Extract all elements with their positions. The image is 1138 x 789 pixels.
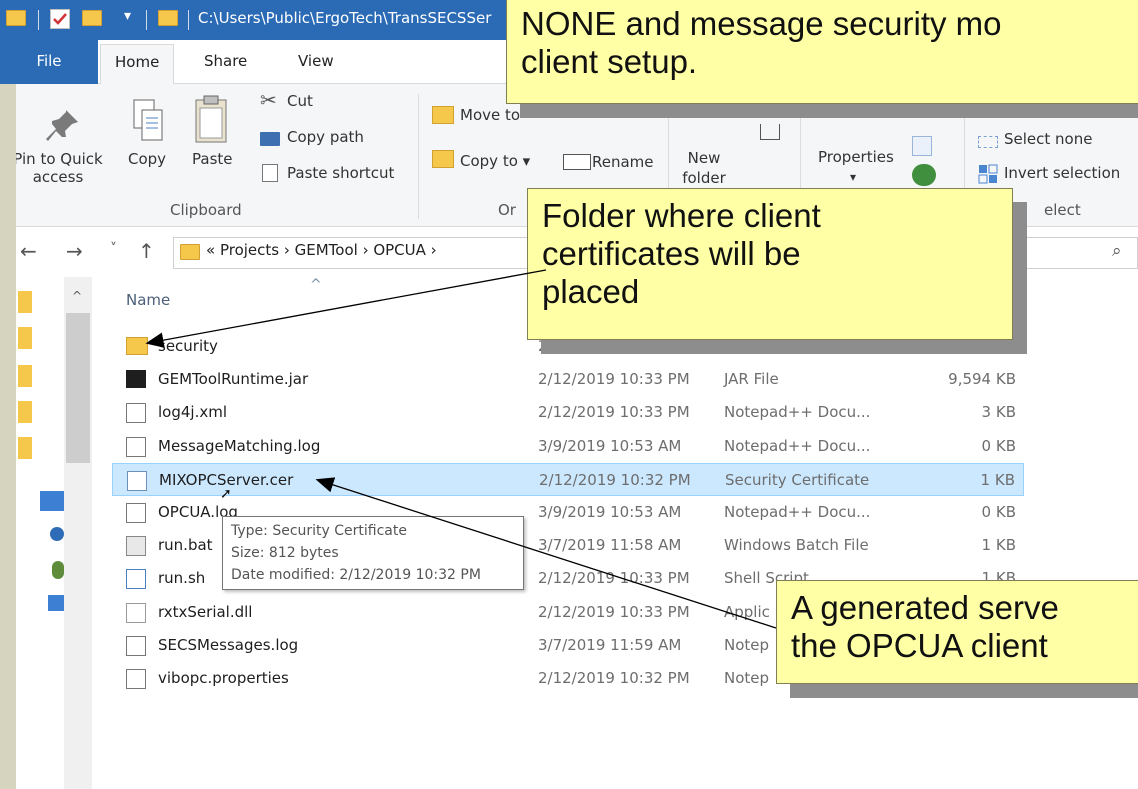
arrow-to-certificate-file [315,477,777,629]
file-explorer-window: ▾ C:\Users\Public\ErgoTech\TransSECSSer … [0,0,1138,789]
arrow-to-security-folder [145,269,547,348]
left-background-strip [0,84,16,789]
annotation-arrows [145,269,777,629]
